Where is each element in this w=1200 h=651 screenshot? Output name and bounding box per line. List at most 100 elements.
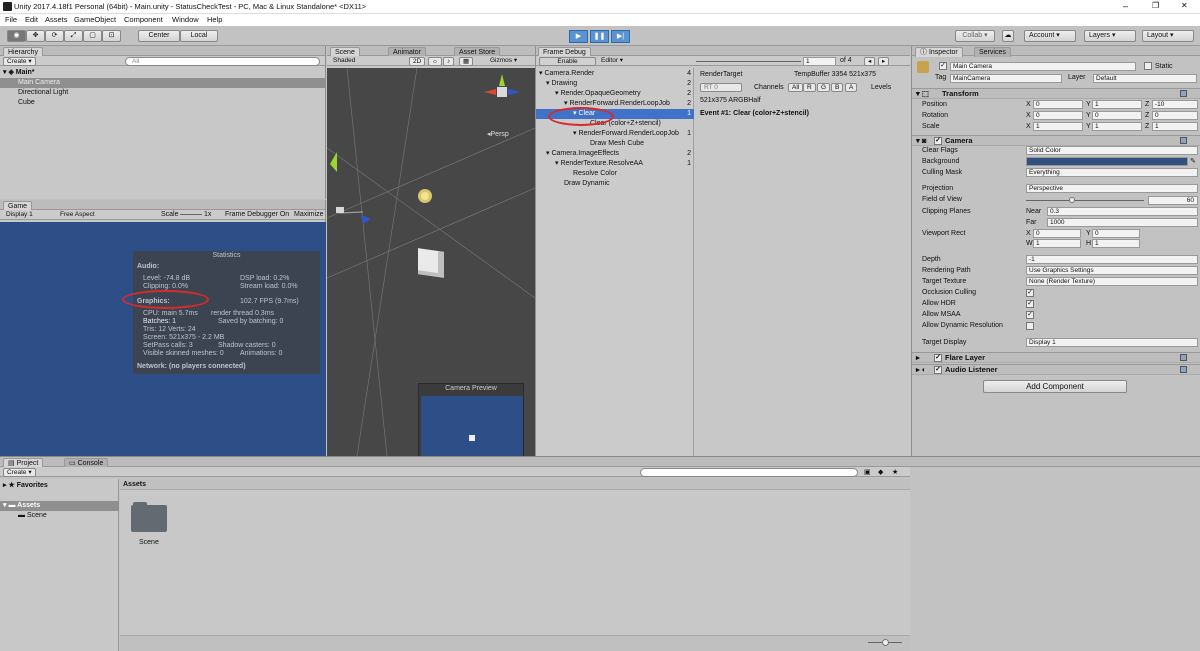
rotation-x-input[interactable]: 0 [1033, 111, 1083, 120]
tag-dropdown[interactable]: MainCamera [950, 74, 1062, 83]
step-button[interactable]: ▶| [611, 30, 630, 43]
menu-window[interactable]: Window [172, 15, 199, 24]
account-dropdown[interactable]: Account ▾ [1024, 30, 1076, 42]
eyedropper-icon[interactable]: ✎ [1190, 157, 1196, 165]
filter-label-icon[interactable]: ◆ [878, 468, 883, 476]
fd-row[interactable]: Draw Mesh Cube [590, 139, 644, 149]
menu-assets[interactable]: Assets [45, 15, 68, 24]
channel-a-toggle[interactable]: A [845, 83, 858, 92]
fd-row[interactable]: Resolve Color [573, 169, 617, 179]
gameobject-name-input[interactable]: Main Camera [950, 62, 1136, 71]
fd-row[interactable]: ▾ RenderTexture.ResolveAA 1 [555, 159, 694, 169]
flare-layer-header[interactable]: ▸ ✓ Flare Layer [912, 352, 1200, 363]
layers-dropdown[interactable]: Layers ▾ [1084, 30, 1136, 42]
fd-row[interactable]: Draw Dynamic [564, 179, 610, 189]
pivot-center-button[interactable]: Center [138, 30, 180, 42]
asset-breadcrumb-label[interactable]: Assets [123, 481, 146, 488]
fov-slider[interactable] [1026, 200, 1144, 201]
scale-y-input[interactable]: 1 [1092, 122, 1142, 131]
menu-file[interactable]: File [5, 15, 17, 24]
rect-tool-icon[interactable]: ▢ [83, 30, 102, 42]
channel-b-toggle[interactable]: B [831, 83, 844, 92]
culling-mask-dropdown[interactable]: Everything [1026, 168, 1198, 177]
close-button[interactable]: ✕ [1181, 1, 1188, 10]
scale-slider[interactable] [180, 214, 202, 215]
viewport-x-input[interactable]: 0 [1033, 229, 1081, 238]
collab-button[interactable]: Collab ▾ [955, 30, 995, 42]
camera-header[interactable]: ▾ ◙ ✓ Camera [912, 135, 1200, 146]
add-component-button[interactable]: Add Component [983, 380, 1127, 393]
pause-button[interactable]: ❚❚ [590, 30, 609, 43]
transform-tool-icon[interactable]: ⊡ [102, 30, 121, 42]
rt-index-dropdown[interactable]: RT 0 [700, 83, 742, 92]
occlusion-culling-checkbox[interactable]: ✓ [1026, 289, 1034, 297]
hierarchy-search-input[interactable]: All [125, 57, 320, 66]
transform-settings-icon[interactable] [1180, 90, 1187, 97]
static-checkbox[interactable] [1144, 62, 1152, 70]
rotation-y-input[interactable]: 0 [1092, 111, 1142, 120]
flare-settings-icon[interactable] [1180, 354, 1187, 361]
allow-dynres-checkbox[interactable] [1026, 322, 1034, 330]
effects-toggle-icon[interactable]: ▦ [459, 57, 474, 66]
far-input[interactable]: 1000 [1047, 218, 1198, 227]
scene-viewport[interactable]: ◂Persp Camera Preview [327, 68, 535, 456]
fd-row[interactable]: ▾ RenderForward.RenderLoopJob 1 [573, 129, 694, 139]
hierarchy-item-main-camera[interactable]: Main Camera [0, 78, 326, 88]
maximize-on-play-button[interactable]: Maximize [294, 211, 324, 218]
clear-flags-dropdown[interactable]: Solid Color [1026, 146, 1198, 155]
channel-all-toggle[interactable]: All [788, 83, 804, 92]
fd-row[interactable]: ▾ Render.OpaqueGeometry 2 [555, 89, 694, 99]
menu-help[interactable]: Help [207, 15, 222, 24]
audio-settings-icon[interactable] [1180, 366, 1187, 373]
play-button[interactable]: ▶ [569, 30, 588, 43]
filter-type-icon[interactable]: ▣ [864, 468, 871, 476]
flare-layer-checkbox[interactable]: ✓ [934, 354, 942, 362]
prev-event-button[interactable]: ◂ [864, 57, 876, 66]
game-viewport[interactable]: Statistics Audio: Level: -74.8 dB DSP lo… [0, 222, 326, 456]
frame-debug-enable-button[interactable]: Enable [539, 57, 596, 66]
rendering-path-dropdown[interactable]: Use Graphics Settings [1026, 266, 1198, 275]
viewport-w-input[interactable]: 1 [1033, 239, 1081, 248]
aspect-dropdown[interactable]: Free Aspect [57, 211, 98, 220]
frame-event-slider[interactable] [696, 61, 801, 62]
fd-row[interactable]: ▾ Camera.ImageEffects 2 [546, 149, 694, 159]
fov-input[interactable]: 60 [1148, 196, 1198, 205]
layout-dropdown[interactable]: Layout ▾ [1142, 30, 1194, 42]
display-dropdown[interactable]: Display 1 [3, 211, 36, 220]
transform-header[interactable]: ▾ ⬚ Transform [912, 88, 1200, 99]
rotation-z-input[interactable]: 0 [1152, 111, 1198, 120]
lighting-toggle-icon[interactable]: ☼ [428, 57, 442, 66]
position-x-input[interactable]: 0 [1033, 100, 1083, 109]
scale-z-input[interactable]: 1 [1152, 122, 1198, 131]
hierarchy-item-directional-light[interactable]: Directional Light [18, 88, 68, 98]
frame-event-index-input[interactable]: 1 [803, 57, 836, 66]
scale-tool-icon[interactable]: ⤢ [64, 30, 83, 42]
position-y-input[interactable]: 1 [1092, 100, 1142, 109]
projection-dropdown[interactable]: Perspective [1026, 184, 1198, 193]
allow-hdr-checkbox[interactable]: ✓ [1026, 300, 1034, 308]
background-color-swatch[interactable] [1026, 157, 1188, 166]
hand-tool-icon[interactable]: ◉ [7, 30, 26, 42]
pivot-local-button[interactable]: Local [180, 30, 218, 42]
camera-enabled-checkbox[interactable]: ✓ [934, 137, 942, 145]
icon-size-slider-handle[interactable] [882, 639, 889, 646]
tab-services[interactable]: Services [974, 47, 1011, 57]
fd-row[interactable]: ▾ Drawing 2 [546, 79, 694, 89]
favorites-row[interactable]: ▸ ★ Favorites [3, 481, 48, 491]
active-checkbox[interactable]: ✓ [939, 62, 947, 70]
channel-g-toggle[interactable]: G [817, 83, 831, 92]
hierarchy-create-dropdown[interactable]: Create ▾ [3, 57, 36, 66]
tab-inspector[interactable]: ⓘ Inspector [915, 47, 963, 57]
layer-dropdown[interactable]: Default [1093, 74, 1197, 83]
gizmos-dropdown[interactable]: Gizmos ▾ [487, 57, 520, 66]
fd-row[interactable]: ▾ Camera.Render 4 [539, 69, 694, 79]
hierarchy-item-cube[interactable]: Cube [18, 98, 35, 108]
near-input[interactable]: 0.3 [1047, 207, 1198, 216]
channel-r-toggle[interactable]: R [803, 83, 816, 92]
fov-slider-handle[interactable] [1069, 197, 1075, 203]
menu-edit[interactable]: Edit [25, 15, 38, 24]
assets-folder-row[interactable]: ▾ ▬ Assets [0, 501, 119, 511]
audio-listener-header[interactable]: ▸ ◐ ✓ Audio Listener [912, 364, 1200, 375]
2d-toggle[interactable]: 2D [409, 57, 426, 66]
position-z-input[interactable]: -10 [1152, 100, 1198, 109]
